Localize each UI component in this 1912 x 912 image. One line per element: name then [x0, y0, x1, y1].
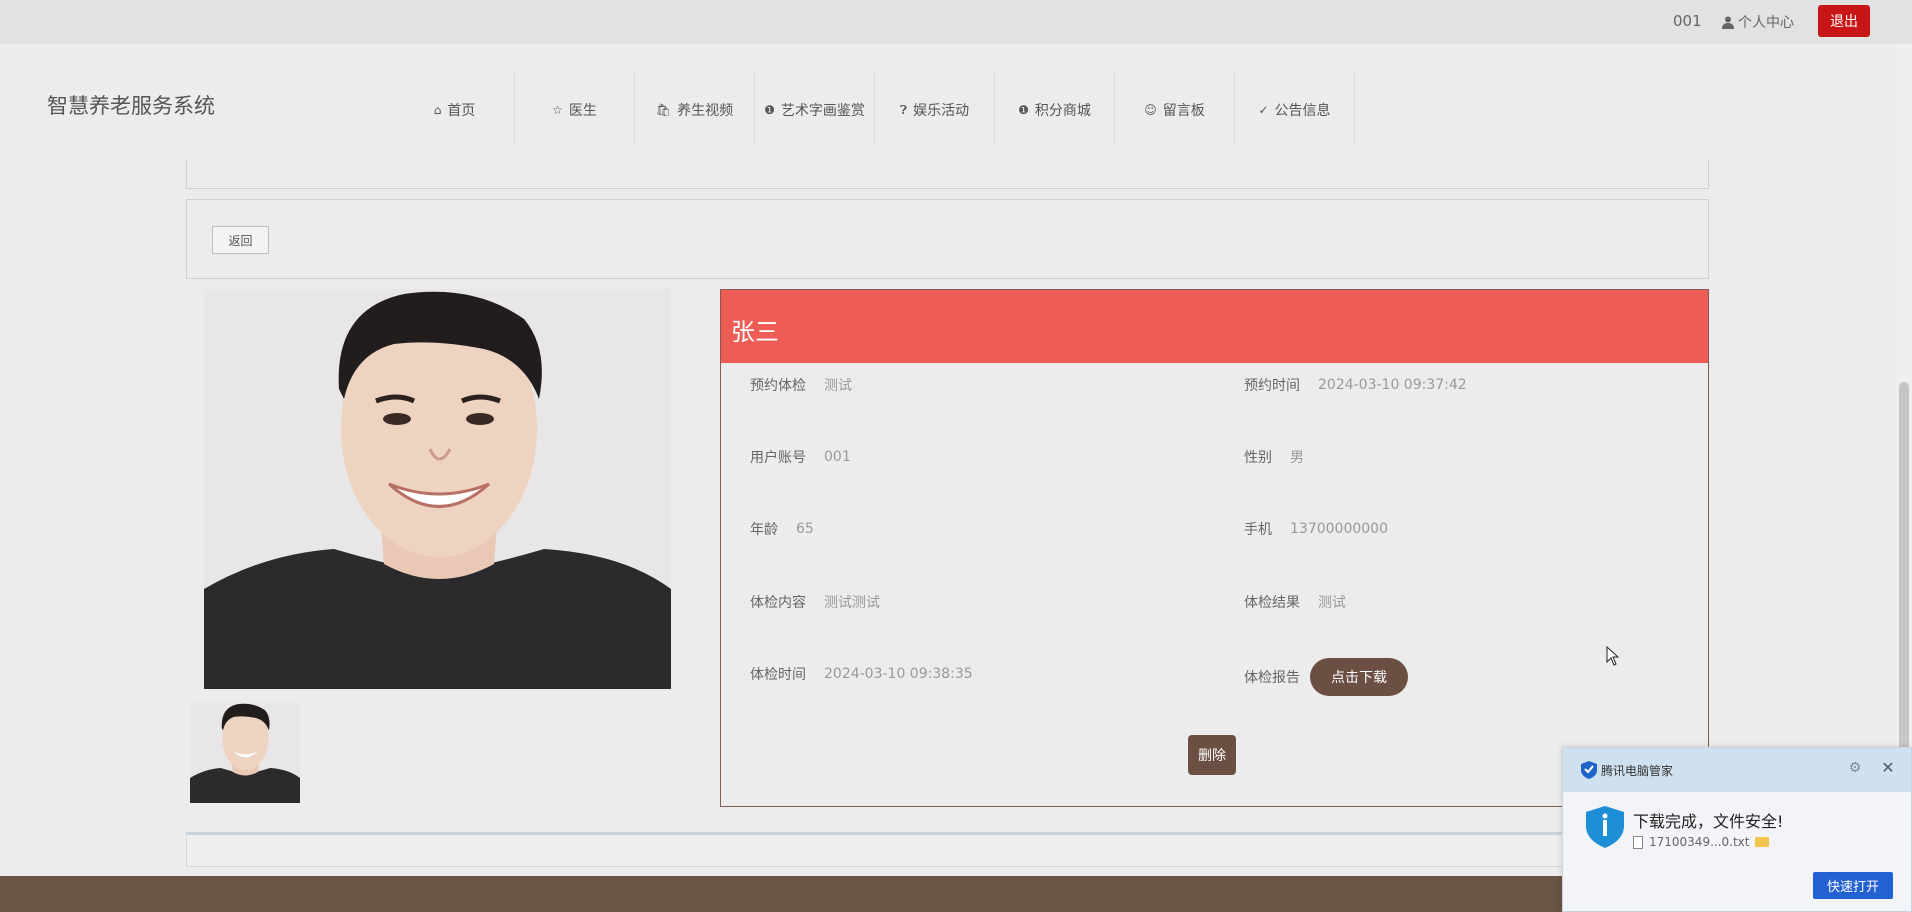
field-label: 体检时间 — [750, 667, 806, 683]
back-panel: 返回 — [186, 199, 1709, 279]
field-exam-result: 体检结果 测试 — [1244, 592, 1346, 612]
nav-item-announcements[interactable]: ✓ 公告信息 — [1235, 74, 1355, 146]
field-label: 体检内容 — [750, 595, 806, 611]
info-icon: ❶ — [764, 103, 775, 117]
nav-label: 公告信息 — [1274, 103, 1331, 119]
user-center-link[interactable]: 个人中心 — [1722, 12, 1794, 32]
field-exam-report: 体检报告 点击下载 — [1244, 658, 1408, 696]
field-value: 65 — [796, 521, 814, 537]
field-label: 预约时间 — [1244, 378, 1300, 394]
person-name: 张三 — [731, 318, 779, 346]
user-center-label: 个人中心 — [1738, 15, 1794, 31]
safe-shield-icon — [1586, 806, 1624, 848]
field-value: 001 — [824, 449, 851, 465]
notification-message: 下载完成，文件安全! — [1633, 812, 1784, 831]
nav-item-entertainment[interactable]: ❓︎ 娱乐活动 — [875, 74, 995, 146]
field-value: 测试测试 — [824, 595, 880, 611]
mouse-cursor-icon — [1606, 646, 1620, 666]
field-label: 体检报告 — [1244, 670, 1300, 686]
nav-label: 养生视频 — [677, 103, 734, 119]
page: 001 个人中心 退出 智慧养老服务系统 ⌂ 首页 ☆ 医生 🛍︎ 养生视频 ❶… — [0, 0, 1912, 912]
field-age: 年龄 65 — [750, 519, 814, 539]
account-label: 001 — [1673, 12, 1702, 30]
photo-thumbnail[interactable] — [190, 703, 300, 803]
field-appointment-exam: 预约体检 测试 — [750, 375, 852, 395]
profile-photo — [204, 289, 671, 689]
main-nav: ⌂ 首页 ☆ 医生 🛍︎ 养生视频 ❶ 艺术字画鉴赏 ❓︎ 娱乐活动 ❶ 积分商… — [395, 74, 1355, 146]
nav-label: 医生 — [568, 103, 597, 119]
logout-button[interactable]: 退出 — [1818, 5, 1870, 37]
smile-icon: ☺ — [1144, 103, 1157, 117]
notification-header: 腾讯电脑管家 ⚙ ✕ — [1563, 748, 1911, 792]
download-report-button[interactable]: 点击下载 — [1310, 658, 1408, 696]
nav-label: 首页 — [447, 103, 476, 119]
upper-panel — [186, 160, 1709, 189]
nav-label: 艺术字画鉴赏 — [780, 103, 865, 119]
field-phone: 手机 13700000000 — [1244, 519, 1388, 539]
bag-icon: 🛍︎ — [655, 103, 672, 117]
field-appointment-time: 预约时间 2024-03-10 09:37:42 — [1244, 375, 1467, 395]
field-label: 用户账号 — [750, 450, 806, 466]
close-icon[interactable]: ✕ — [1879, 758, 1897, 778]
field-label: 性别 — [1244, 450, 1272, 466]
field-value: 测试 — [1318, 595, 1346, 611]
nav-item-doctor[interactable]: ☆ 医生 — [515, 74, 635, 146]
site-brand[interactable]: 智慧养老服务系统 — [47, 90, 215, 120]
lower-panel — [186, 832, 1709, 867]
field-label: 年龄 — [750, 522, 778, 538]
nav-label: 娱乐活动 — [913, 103, 970, 119]
field-label: 预约体检 — [750, 378, 806, 394]
field-value: 2024-03-10 09:38:35 — [824, 666, 973, 682]
quick-open-button[interactable]: 快速打开 — [1813, 872, 1893, 899]
field-value: 男 — [1290, 450, 1304, 466]
nav-item-home[interactable]: ⌂ 首页 — [395, 74, 515, 146]
info-icon: ❶ — [1018, 103, 1029, 117]
detail-header: 张三 — [721, 290, 1708, 363]
nav-label: 留言板 — [1162, 103, 1205, 119]
nav-item-message-board[interactable]: ☺ 留言板 — [1115, 74, 1235, 146]
field-exam-time: 体检时间 2024-03-10 09:38:35 — [750, 664, 973, 684]
notification-title: 腾讯电脑管家 — [1601, 764, 1674, 778]
download-notification: 腾讯电脑管家 ⚙ ✕ 下载完成，文件安全! 17100349...0.txt 快… — [1562, 747, 1912, 912]
user-icon — [1722, 16, 1734, 29]
file-icon — [1633, 835, 1643, 849]
question-icon: ❓︎ — [899, 102, 908, 117]
detail-card: 张三 预约体检 测试 预约时间 2024-03-10 09:37:42 用户账号… — [720, 289, 1709, 807]
field-value: 2024-03-10 09:37:42 — [1318, 377, 1467, 393]
site-header: 智慧养老服务系统 ⌂ 首页 ☆ 医生 🛍︎ 养生视频 ❶ 艺术字画鉴赏 ❓︎ 娱… — [0, 44, 1896, 162]
star-icon: ☆ — [552, 103, 563, 117]
nav-label: 积分商城 — [1034, 103, 1091, 119]
check-circle-icon: ✓ — [1258, 103, 1269, 117]
nav-item-art[interactable]: ❶ 艺术字画鉴赏 — [755, 74, 875, 146]
nav-item-health-video[interactable]: 🛍︎ 养生视频 — [635, 74, 755, 146]
settings-icon[interactable]: ⚙ — [1846, 760, 1864, 778]
field-value: 测试 — [824, 378, 852, 394]
downloaded-file: 17100349...0.txt — [1633, 835, 1770, 849]
field-user-account: 用户账号 001 — [750, 447, 851, 467]
file-name: 17100349...0.txt — [1649, 835, 1750, 849]
top-bar: 001 个人中心 退出 — [0, 0, 1912, 44]
field-value: 13700000000 — [1290, 521, 1388, 537]
home-icon: ⌂ — [433, 103, 442, 117]
shield-logo-icon — [1581, 761, 1597, 779]
field-gender: 性别 男 — [1244, 447, 1304, 467]
field-exam-content: 体检内容 测试测试 — [750, 592, 880, 612]
back-button[interactable]: 返回 — [212, 226, 269, 254]
delete-button[interactable]: 删除 — [1188, 735, 1236, 775]
nav-item-points-mall[interactable]: ❶ 积分商城 — [995, 74, 1115, 146]
folder-icon[interactable] — [1755, 837, 1770, 847]
field-label: 体检结果 — [1244, 595, 1300, 611]
field-label: 手机 — [1244, 522, 1272, 538]
